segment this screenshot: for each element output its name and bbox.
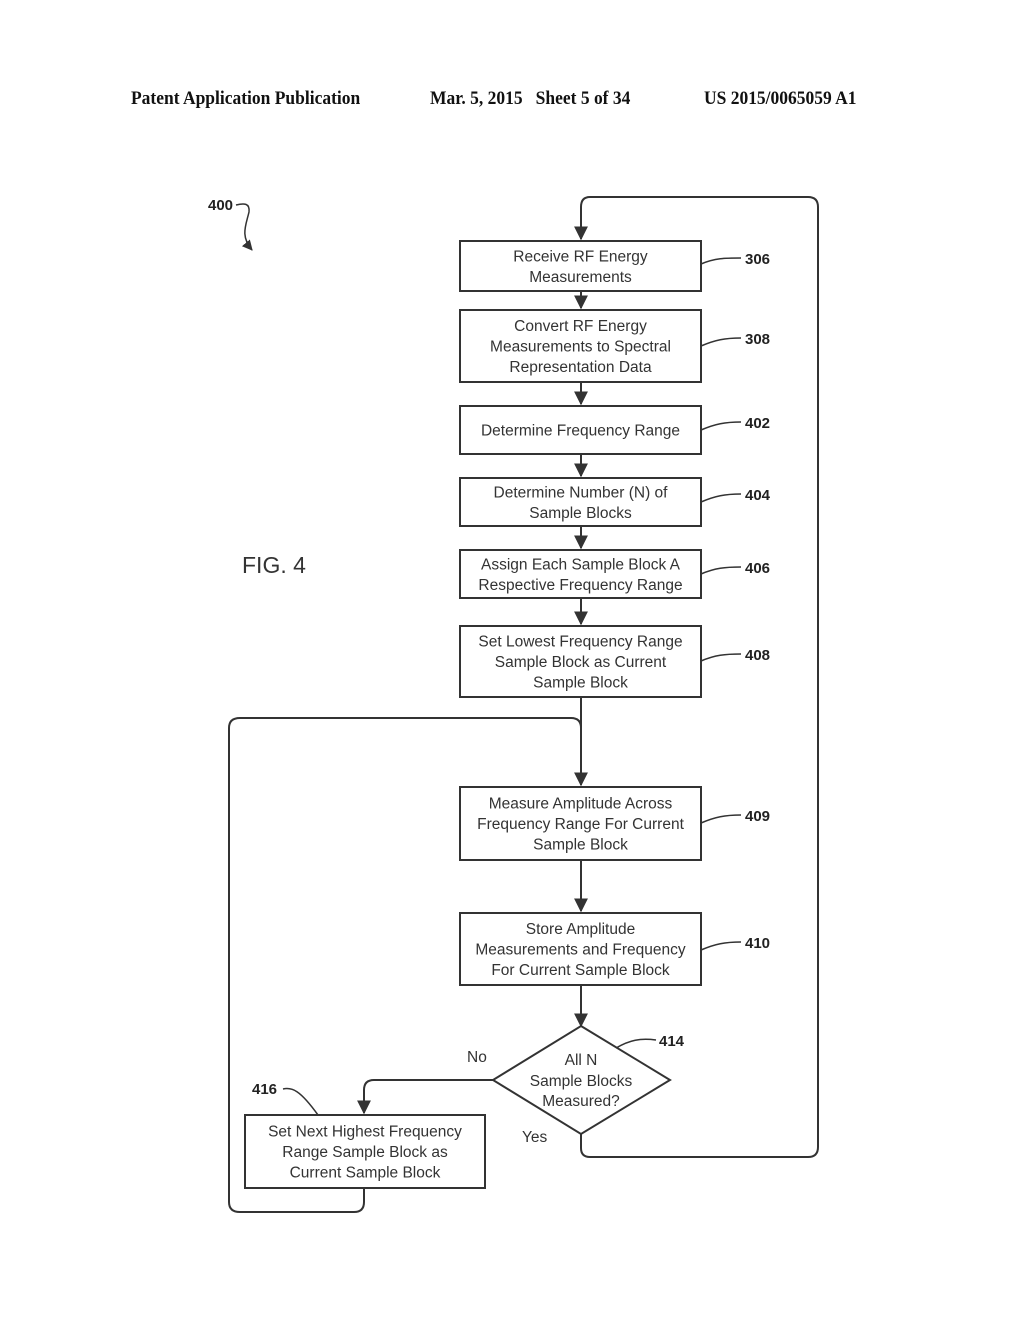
process-box-text-line: Sample Block [533, 675, 628, 692]
process-box-text-line: Determine Number (N) of [494, 484, 669, 501]
ref-410: 410 [745, 935, 770, 952]
process-box-306: Receive RF Energy Measurements 306 [459, 240, 770, 292]
ref-308: 308 [745, 331, 770, 348]
process-box-text-line: Determine Frequency Range [481, 423, 680, 440]
process-box-402: Determine Frequency Range 402 [459, 405, 770, 455]
process-box-text-line: For Current Sample Block [491, 962, 670, 979]
process-box-text-line: Receive RF Energy [513, 248, 648, 265]
process-box-text-line: Sample Block as Current [495, 654, 667, 671]
process-box-text-line: Set Lowest Frequency Range [478, 634, 682, 651]
flowchart: FIG. 4 400 Receive RF Energy Measurements… [208, 196, 819, 1213]
decision-text-line-2: Sample Blocks [530, 1073, 633, 1090]
figure-label: FIG. 4 [242, 552, 306, 578]
ref-408: 408 [745, 647, 770, 664]
process-box-text-line: Measure Amplitude Across [489, 796, 673, 813]
process-box-text-line: Frequency Range For Current [477, 816, 684, 833]
decision-text-line-1: All N [565, 1052, 598, 1069]
process-box-text-line: Convert RF Energy [514, 318, 647, 335]
process-box-text-line: Set Next Highest Frequency [268, 1124, 462, 1141]
ref-leader-404 [700, 493, 742, 503]
ref-leader-416 [282, 1087, 319, 1116]
ref-leader-308 [700, 337, 742, 347]
yes-label: Yes [522, 1129, 548, 1146]
process-box-text-line: Range Sample Block as [282, 1144, 448, 1161]
no-branch-to-416 [357, 1079, 493, 1115]
process-box-404: Determine Number (N) of Sample Blocks 404 [459, 477, 771, 527]
ref-leader-414 [615, 1038, 657, 1049]
ref-416: 416 [252, 1081, 277, 1098]
ref-406: 406 [745, 560, 770, 577]
process-box-308: Convert RF Energy Measurements to Spectra… [459, 309, 770, 383]
process-box-text-line: Current Sample Block [290, 1165, 441, 1182]
figure-ref-400: 400 [208, 197, 233, 214]
process-box-409: Measure Amplitude Across Frequency Range … [459, 786, 770, 861]
ref-leader-410 [700, 941, 742, 951]
process-box-text-line: Measurements [529, 269, 632, 286]
process-box-text-line: Sample Blocks [529, 505, 632, 522]
ref-leader-306 [700, 257, 742, 265]
ref-414: 414 [659, 1033, 685, 1050]
decision-414: All N Sample Blocks Measured? 414 No Yes [467, 1024, 685, 1146]
ref-409: 409 [745, 808, 770, 825]
ref-leader-402 [700, 421, 742, 431]
ref-404: 404 [745, 487, 771, 504]
process-box-text-line: Representation Data [509, 359, 652, 376]
no-label: No [467, 1049, 487, 1066]
decision-text-line-3: Measured? [542, 1093, 620, 1110]
process-box-406: Assign Each Sample Block A Respective Fre… [459, 549, 770, 599]
process-box-text-line: Measurements and Frequency [475, 942, 685, 959]
process-box-text-line: Assign Each Sample Block A [481, 556, 681, 573]
process-box-408: Set Lowest Frequency Range Sample Block a… [459, 625, 770, 698]
ref-leader-406 [700, 566, 742, 575]
process-box-text-line: Respective Frequency Range [478, 577, 682, 594]
figure-ref-leader [235, 203, 253, 251]
ref-306: 306 [745, 251, 770, 268]
process-box-text-line: Sample Block [533, 837, 628, 854]
ref-leader-408 [700, 653, 742, 662]
process-box-text-line: Measurements to Spectral [490, 339, 671, 356]
ref-leader-409 [700, 814, 742, 824]
ref-402: 402 [745, 415, 770, 432]
process-box-410: Store Amplitude Measurements and Frequenc… [459, 912, 770, 986]
process-box-text-line: Store Amplitude [526, 921, 635, 938]
